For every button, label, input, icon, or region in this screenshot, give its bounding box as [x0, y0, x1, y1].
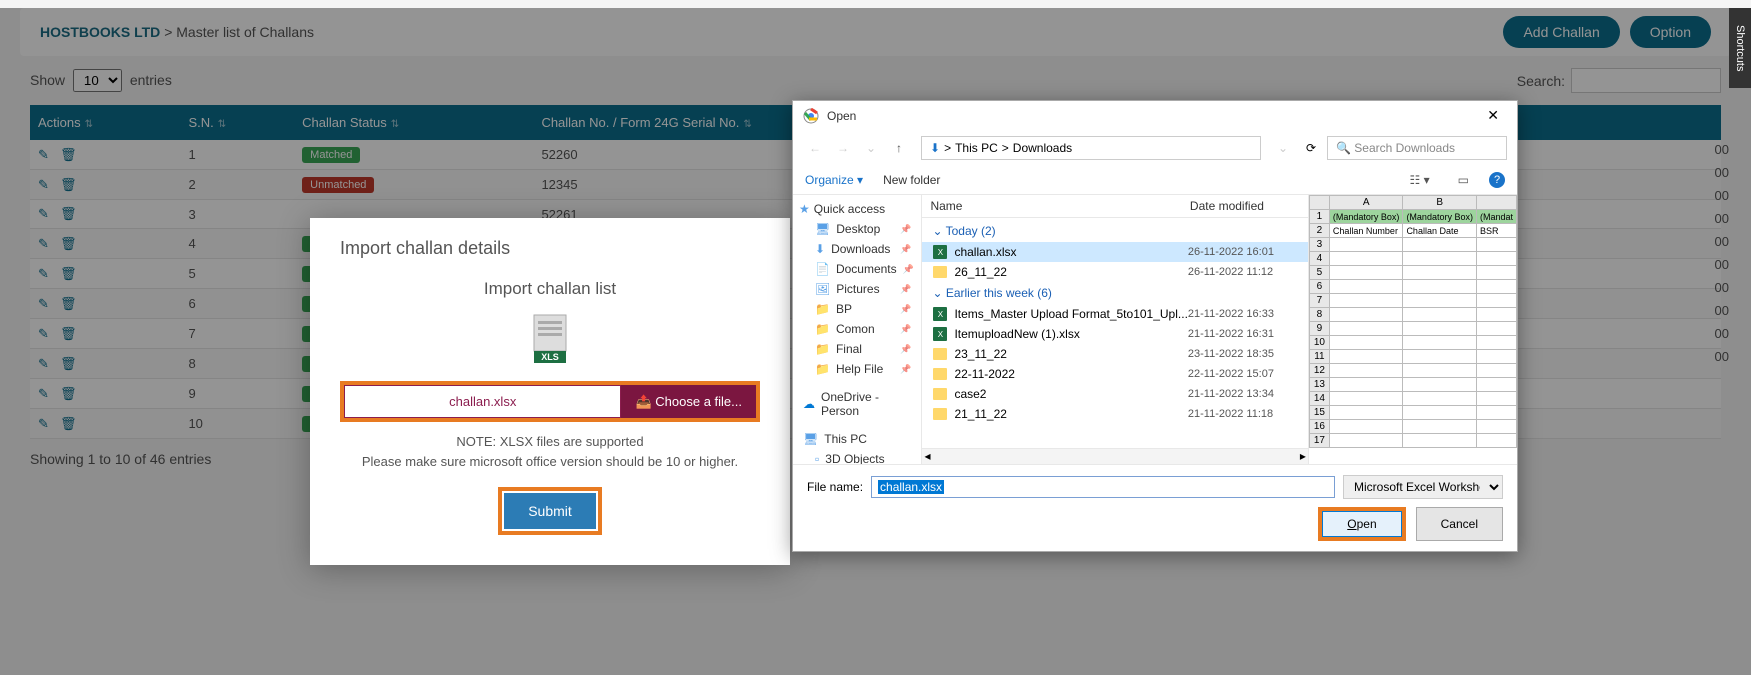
up-button[interactable]: ↑ — [887, 136, 911, 160]
dialog-search-input[interactable]: 🔍 Search Downloads — [1327, 136, 1507, 160]
delete-icon[interactable]: 🗑 — [60, 356, 76, 372]
add-challan-button[interactable]: Add Challan — [1503, 16, 1619, 48]
file-item[interactable]: 23_11_2223-11-2022 18:35 — [922, 344, 1307, 364]
sidebar-item[interactable]: 📁BP — [793, 299, 921, 319]
path-bar[interactable]: ⬇ > This PC > Downloads — [921, 136, 1261, 160]
delete-icon[interactable]: 🗑 — [60, 236, 76, 252]
column-header[interactable]: Challan Status⇅ — [294, 105, 533, 140]
file-item[interactable]: 21_11_2221-11-2022 11:18 — [922, 404, 1307, 424]
delete-icon[interactable]: 🗑 — [60, 296, 76, 312]
edit-icon[interactable]: ✎ — [38, 416, 54, 432]
sidebar-item[interactable]: 🖥Desktop — [793, 219, 921, 239]
sidebar-item[interactable]: 🖼Pictures — [793, 279, 921, 299]
sidebar-item[interactable]: 📁Comon — [793, 319, 921, 339]
cancel-button[interactable]: Cancel — [1416, 507, 1503, 541]
edit-icon[interactable]: ✎ — [38, 206, 54, 222]
note-text: NOTE: XLSX files are supported Please ma… — [340, 432, 760, 471]
submit-button[interactable]: Submit — [504, 493, 596, 529]
choose-file-button[interactable]: 📤 Choose a file... — [621, 385, 756, 418]
file-item[interactable]: 26_11_2226-11-2022 11:12 — [922, 262, 1307, 282]
close-icon[interactable]: ✕ — [1479, 107, 1507, 124]
delete-icon[interactable]: 🗑 — [60, 326, 76, 342]
dialog-sidebar: ★Quick access 🖥Desktop⬇Downloads📄Documen… — [793, 195, 922, 464]
breadcrumb-bar: HOSTBOOKS LTD > Master list of Challans … — [20, 8, 1731, 56]
back-button[interactable]: ← — [803, 136, 827, 160]
modal-title: Import challan details — [340, 238, 760, 259]
this-pc-item[interactable]: 🖥This PC — [793, 429, 921, 449]
3d-objects-item[interactable]: ▫3D Objects — [793, 449, 921, 464]
modal-subhead: Import challan list — [340, 279, 760, 299]
delete-icon[interactable]: 🗑 — [60, 177, 76, 193]
file-chooser-row: challan.xlsx 📤 Choose a file... — [340, 381, 760, 422]
recent-dropdown[interactable]: ⌄ — [859, 136, 883, 160]
view-mode-button[interactable]: ☷ ▾ — [1410, 173, 1430, 187]
entries-select[interactable]: 10 — [73, 69, 122, 92]
down-arrow-icon: ⬇ — [930, 141, 940, 155]
import-challan-modal: Import challan details Import challan li… — [310, 218, 790, 565]
preview-pane: AB 1(Mandatory Box)(Mandatory Box)(Manda… — [1308, 195, 1517, 464]
horizontal-scrollbar[interactable]: ◂▸ — [922, 448, 1307, 464]
sidebar-item[interactable]: 📄Documents — [793, 259, 921, 279]
shortcuts-tab[interactable]: Shortcuts — [1729, 8, 1751, 88]
delete-icon[interactable]: 🗑 — [60, 147, 76, 163]
delete-icon[interactable]: 🗑 — [60, 416, 76, 432]
open-button[interactable]: Open — [1322, 511, 1401, 537]
file-item[interactable]: XItemuploadNew (1).xlsx21-11-2022 16:31 — [922, 324, 1307, 344]
search-input[interactable] — [1571, 68, 1721, 93]
edit-icon[interactable]: ✎ — [38, 177, 54, 193]
forward-button[interactable]: → — [831, 136, 855, 160]
xls-icon: XLS — [530, 313, 570, 363]
selected-file-name: challan.xlsx — [344, 385, 621, 418]
delete-icon[interactable]: 🗑 — [60, 386, 76, 402]
page-title: Master list of Challans — [176, 24, 314, 40]
svg-text:XLS: XLS — [541, 352, 559, 362]
search-label: Search: — [1517, 73, 1565, 89]
filename-input[interactable]: challan.xlsx — [871, 476, 1335, 498]
file-item[interactable]: case221-11-2022 13:34 — [922, 384, 1307, 404]
preview-pane-button[interactable]: ▭ — [1458, 173, 1469, 187]
refresh-button[interactable]: ⟳ — [1299, 141, 1323, 155]
edit-icon[interactable]: ✎ — [38, 147, 54, 163]
filename-label: File name: — [807, 480, 863, 494]
header-buttons: Add Challan Option — [1503, 16, 1711, 48]
column-header[interactable]: Actions⇅ — [30, 105, 180, 140]
edit-icon[interactable]: ✎ — [38, 296, 54, 312]
edit-icon[interactable]: ✎ — [38, 356, 54, 372]
sidebar-item[interactable]: 📁Final — [793, 339, 921, 359]
dialog-title: Open — [827, 109, 1479, 123]
organize-menu[interactable]: Organize ▾ — [805, 173, 863, 187]
delete-icon[interactable]: 🗑 — [60, 206, 76, 222]
company-name[interactable]: HOSTBOOKS LTD — [40, 24, 160, 40]
sidebar-item[interactable]: 📁Help File — [793, 359, 921, 379]
file-open-dialog: Open ✕ ← → ⌄ ↑ ⬇ > This PC > Downloads ⌄… — [792, 100, 1518, 552]
file-group-header[interactable]: Today (2) — [922, 220, 1307, 242]
file-group-header[interactable]: Earlier this week (6) — [922, 282, 1307, 304]
file-item[interactable]: 22-11-202222-11-2022 15:07 — [922, 364, 1307, 384]
table-controls: Show 10 entries Search: — [0, 56, 1751, 105]
chrome-icon — [803, 108, 819, 124]
sidebar-item[interactable]: ⬇Downloads — [793, 239, 921, 259]
onedrive-item[interactable]: ☁OneDrive - Person — [793, 387, 921, 421]
new-folder-button[interactable]: New folder — [883, 173, 940, 187]
edit-icon[interactable]: ✎ — [38, 326, 54, 342]
column-header[interactable]: S.N.⇅ — [180, 105, 294, 140]
edit-icon[interactable]: ✎ — [38, 386, 54, 402]
option-button[interactable]: Option — [1630, 16, 1711, 48]
help-icon[interactable]: ? — [1489, 172, 1505, 188]
filetype-select[interactable]: Microsoft Excel Worksheet (*.xl — [1343, 475, 1503, 499]
edit-icon[interactable]: ✎ — [38, 266, 54, 282]
delete-icon[interactable]: 🗑 — [60, 266, 76, 282]
edit-icon[interactable]: ✎ — [38, 236, 54, 252]
quick-access-header[interactable]: ★Quick access — [793, 199, 921, 219]
col-name-header[interactable]: Name — [930, 199, 1189, 213]
path-dropdown[interactable]: ⌄ — [1271, 136, 1295, 160]
breadcrumb: HOSTBOOKS LTD > Master list of Challans — [40, 24, 314, 40]
col-date-header[interactable]: Date modified — [1190, 199, 1300, 213]
file-item[interactable]: XItems_Master Upload Format_5to101_Upl..… — [922, 304, 1307, 324]
file-item[interactable]: Xchallan.xlsx26-11-2022 16:01 — [922, 242, 1307, 262]
